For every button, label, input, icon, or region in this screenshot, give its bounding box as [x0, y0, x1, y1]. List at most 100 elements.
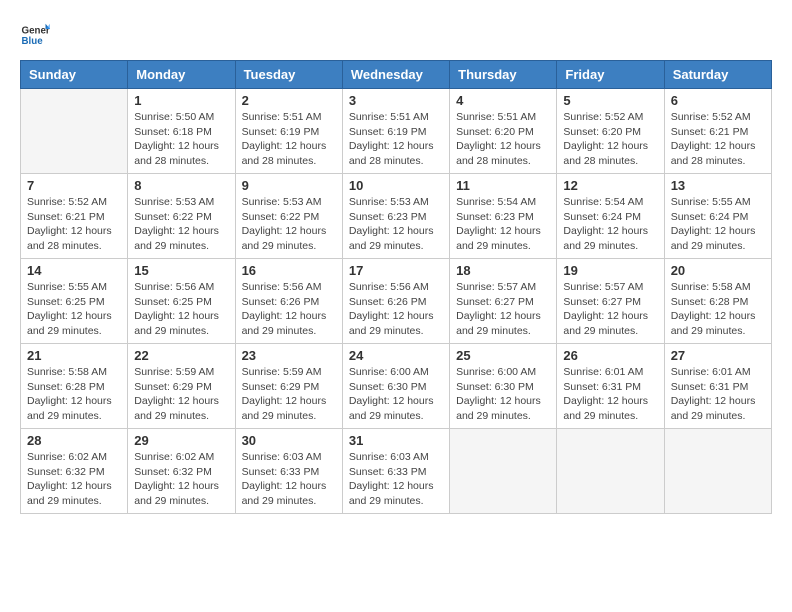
calendar-cell: 20Sunrise: 5:58 AM Sunset: 6:28 PM Dayli…: [664, 259, 771, 344]
week-row-4: 21 Sunrise: 5:58 AM Sunset: 6:28 PM Dayli…: [21, 344, 772, 429]
calendar-cell: 18 Sunrise: 5:57 AM Sunset: 6:27 PM Dayli…: [450, 259, 557, 344]
calendar-cell: 21 Sunrise: 5:58 AM Sunset: 6:28 PM Dayli…: [21, 344, 128, 429]
day-number: 26: [563, 348, 657, 363]
day-number: 21: [27, 348, 121, 363]
svg-text:Blue: Blue: [22, 36, 44, 47]
cell-content: Sunrise: 5:51 AM Sunset: 6:19 PM Dayligh…: [242, 110, 336, 169]
cell-content: Sunrise: 6:02 AM Sunset: 6:32 PM Dayligh…: [27, 450, 121, 509]
calendar-cell: 26 Sunrise: 6:01 AM Sunset: 6:31 PM Dayli…: [557, 344, 664, 429]
calendar-cell: 16 Sunrise: 5:56 AM Sunset: 6:26 PM Dayli…: [235, 259, 342, 344]
day-number: 10: [349, 178, 443, 193]
calendar-body: 1 Sunrise: 5:50 AM Sunset: 6:18 PM Daylig…: [21, 89, 772, 514]
week-row-1: 1 Sunrise: 5:50 AM Sunset: 6:18 PM Daylig…: [21, 89, 772, 174]
calendar-cell: 8 Sunrise: 5:53 AM Sunset: 6:22 PM Daylig…: [128, 174, 235, 259]
calendar-cell: 5 Sunrise: 5:52 AM Sunset: 6:20 PM Daylig…: [557, 89, 664, 174]
cell-content: Sunrise: 5:56 AM Sunset: 6:26 PM Dayligh…: [349, 280, 443, 339]
cell-content: Sunrise: 5:54 AM Sunset: 6:24 PM Dayligh…: [563, 195, 657, 254]
day-number: 25: [456, 348, 550, 363]
day-number: 29: [134, 433, 228, 448]
day-header-sunday: Sunday: [21, 61, 128, 89]
cell-content: Sunrise: 5:59 AM Sunset: 6:29 PM Dayligh…: [134, 365, 228, 424]
calendar-cell: 23Sunrise: 5:59 AM Sunset: 6:29 PM Dayli…: [235, 344, 342, 429]
cell-content: Sunrise: 5:53 AM Sunset: 6:22 PM Dayligh…: [134, 195, 228, 254]
week-row-5: 28 Sunrise: 6:02 AM Sunset: 6:32 PM Dayli…: [21, 429, 772, 514]
calendar-cell: 4 Sunrise: 5:51 AM Sunset: 6:20 PM Daylig…: [450, 89, 557, 174]
week-row-3: 14 Sunrise: 5:55 AM Sunset: 6:25 PM Dayli…: [21, 259, 772, 344]
day-header-saturday: Saturday: [664, 61, 771, 89]
cell-content: Sunrise: 6:01 AM Sunset: 6:31 PM Dayligh…: [671, 365, 765, 424]
calendar-cell: 17 Sunrise: 5:56 AM Sunset: 6:26 PM Dayli…: [342, 259, 449, 344]
cell-content: Sunrise: 5:59 AM Sunset: 6:29 PM Dayligh…: [242, 365, 336, 424]
logo: General Blue: [20, 20, 50, 50]
calendar-cell: 15 Sunrise: 5:56 AM Sunset: 6:25 PM Dayli…: [128, 259, 235, 344]
day-number: 1: [134, 93, 228, 108]
calendar-cell: [21, 89, 128, 174]
calendar-cell: [557, 429, 664, 514]
cell-content: Sunrise: 5:52 AM Sunset: 6:21 PM Dayligh…: [671, 110, 765, 169]
calendar-cell: 25 Sunrise: 6:00 AM Sunset: 6:30 PM Dayli…: [450, 344, 557, 429]
day-header-tuesday: Tuesday: [235, 61, 342, 89]
cell-content: Sunrise: 5:51 AM Sunset: 6:20 PM Dayligh…: [456, 110, 550, 169]
calendar-cell: 2 Sunrise: 5:51 AM Sunset: 6:19 PM Daylig…: [235, 89, 342, 174]
day-number: 24: [349, 348, 443, 363]
week-row-2: 7Sunrise: 5:52 AM Sunset: 6:21 PM Daylig…: [21, 174, 772, 259]
calendar-cell: 24 Sunrise: 6:00 AM Sunset: 6:30 PM Dayli…: [342, 344, 449, 429]
cell-content: Sunrise: 5:56 AM Sunset: 6:26 PM Dayligh…: [242, 280, 336, 339]
day-number: 31: [349, 433, 443, 448]
day-number: 22: [134, 348, 228, 363]
cell-content: Sunrise: 6:01 AM Sunset: 6:31 PM Dayligh…: [563, 365, 657, 424]
calendar-cell: 7Sunrise: 5:52 AM Sunset: 6:21 PM Daylig…: [21, 174, 128, 259]
cell-content: Sunrise: 5:52 AM Sunset: 6:21 PM Dayligh…: [27, 195, 121, 254]
cell-content: Sunrise: 6:00 AM Sunset: 6:30 PM Dayligh…: [349, 365, 443, 424]
page-header: General Blue: [20, 20, 772, 50]
calendar-table: SundayMondayTuesdayWednesdayThursdayFrid…: [20, 60, 772, 514]
calendar-cell: 28 Sunrise: 6:02 AM Sunset: 6:32 PM Dayli…: [21, 429, 128, 514]
calendar-cell: 3Sunrise: 5:51 AM Sunset: 6:19 PM Daylig…: [342, 89, 449, 174]
cell-content: Sunrise: 5:57 AM Sunset: 6:27 PM Dayligh…: [456, 280, 550, 339]
calendar-cell: 19Sunrise: 5:57 AM Sunset: 6:27 PM Dayli…: [557, 259, 664, 344]
calendar-cell: 12 Sunrise: 5:54 AM Sunset: 6:24 PM Dayli…: [557, 174, 664, 259]
day-number: 2: [242, 93, 336, 108]
cell-content: Sunrise: 5:53 AM Sunset: 6:22 PM Dayligh…: [242, 195, 336, 254]
cell-content: Sunrise: 5:50 AM Sunset: 6:18 PM Dayligh…: [134, 110, 228, 169]
cell-content: Sunrise: 5:54 AM Sunset: 6:23 PM Dayligh…: [456, 195, 550, 254]
day-number: 17: [349, 263, 443, 278]
day-number: 9: [242, 178, 336, 193]
calendar-cell: 29Sunrise: 6:02 AM Sunset: 6:32 PM Dayli…: [128, 429, 235, 514]
day-number: 12: [563, 178, 657, 193]
day-number: 8: [134, 178, 228, 193]
calendar-cell: 10 Sunrise: 5:53 AM Sunset: 6:23 PM Dayli…: [342, 174, 449, 259]
calendar-cell: 14 Sunrise: 5:55 AM Sunset: 6:25 PM Dayli…: [21, 259, 128, 344]
day-header-wednesday: Wednesday: [342, 61, 449, 89]
cell-content: Sunrise: 5:55 AM Sunset: 6:25 PM Dayligh…: [27, 280, 121, 339]
day-number: 14: [27, 263, 121, 278]
calendar-cell: 22 Sunrise: 5:59 AM Sunset: 6:29 PM Dayli…: [128, 344, 235, 429]
cell-content: Sunrise: 5:58 AM Sunset: 6:28 PM Dayligh…: [27, 365, 121, 424]
calendar-cell: 11 Sunrise: 5:54 AM Sunset: 6:23 PM Dayli…: [450, 174, 557, 259]
calendar-cell: 1 Sunrise: 5:50 AM Sunset: 6:18 PM Daylig…: [128, 89, 235, 174]
cell-content: Sunrise: 6:03 AM Sunset: 6:33 PM Dayligh…: [349, 450, 443, 509]
day-number: 16: [242, 263, 336, 278]
cell-content: Sunrise: 6:00 AM Sunset: 6:30 PM Dayligh…: [456, 365, 550, 424]
logo-icon: General Blue: [20, 20, 50, 50]
cell-content: Sunrise: 5:51 AM Sunset: 6:19 PM Dayligh…: [349, 110, 443, 169]
cell-content: Sunrise: 5:57 AM Sunset: 6:27 PM Dayligh…: [563, 280, 657, 339]
calendar-cell: 6 Sunrise: 5:52 AM Sunset: 6:21 PM Daylig…: [664, 89, 771, 174]
day-number: 28: [27, 433, 121, 448]
calendar-cell: 13Sunrise: 5:55 AM Sunset: 6:24 PM Dayli…: [664, 174, 771, 259]
cell-content: Sunrise: 5:56 AM Sunset: 6:25 PM Dayligh…: [134, 280, 228, 339]
cell-content: Sunrise: 5:52 AM Sunset: 6:20 PM Dayligh…: [563, 110, 657, 169]
day-number: 15: [134, 263, 228, 278]
day-header-monday: Monday: [128, 61, 235, 89]
day-number: 11: [456, 178, 550, 193]
day-number: 4: [456, 93, 550, 108]
cell-content: Sunrise: 6:03 AM Sunset: 6:33 PM Dayligh…: [242, 450, 336, 509]
day-number: 27: [671, 348, 765, 363]
cell-content: Sunrise: 5:53 AM Sunset: 6:23 PM Dayligh…: [349, 195, 443, 254]
calendar-header-row: SundayMondayTuesdayWednesdayThursdayFrid…: [21, 61, 772, 89]
day-number: 5: [563, 93, 657, 108]
day-number: 18: [456, 263, 550, 278]
cell-content: Sunrise: 5:58 AM Sunset: 6:28 PM Dayligh…: [671, 280, 765, 339]
calendar-cell: [664, 429, 771, 514]
day-number: 6: [671, 93, 765, 108]
